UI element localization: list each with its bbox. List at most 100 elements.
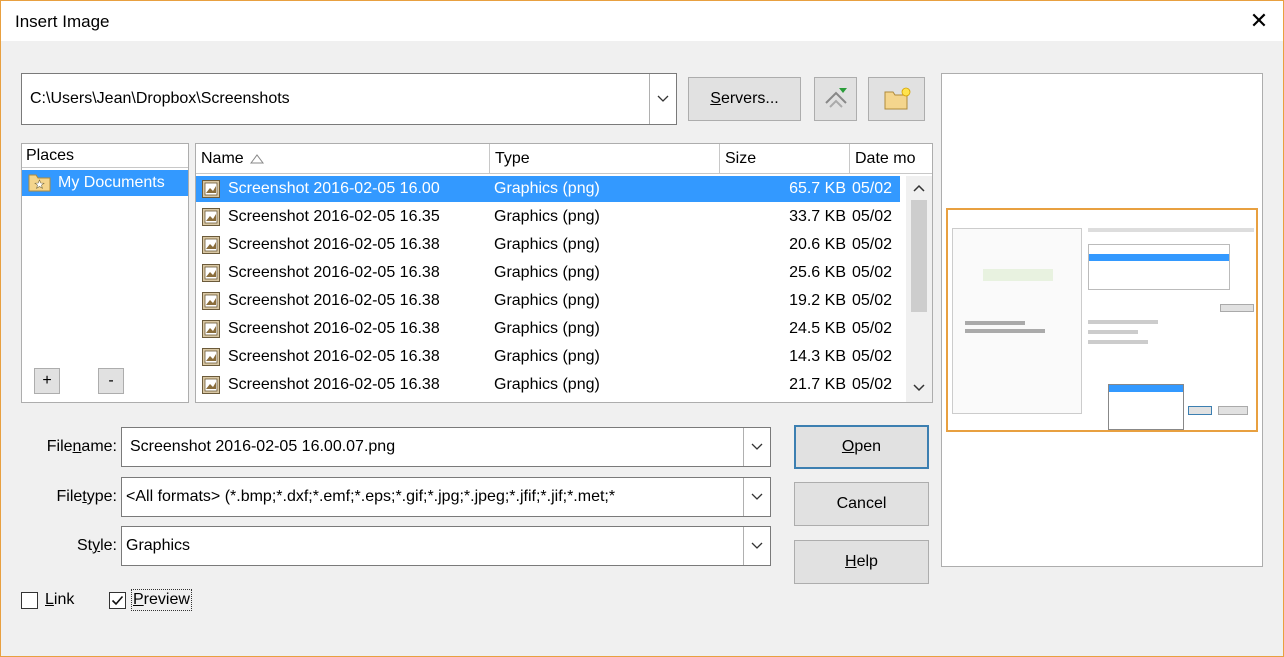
file-date-cell: 05/02 (852, 208, 893, 225)
vertical-scrollbar[interactable] (906, 176, 932, 402)
close-button[interactable]: ✕ (1239, 5, 1279, 37)
file-name-cell: Screenshot 2016-02-05 16.38 (228, 236, 440, 253)
link-checkbox[interactable] (21, 591, 38, 609)
file-date-cell: 05/02 (852, 376, 893, 393)
style-value: Graphics (126, 537, 191, 554)
scroll-thumb[interactable] (911, 200, 927, 312)
column-header-size[interactable]: Size (720, 144, 850, 174)
label-part: File (46, 438, 73, 455)
label-mnemonic: P (133, 591, 144, 608)
file-name-cell: Screenshot 2016-02-05 16.38 (228, 264, 440, 281)
file-date-cell: 05/02 (852, 236, 893, 253)
preview-cancel-shape (1218, 406, 1248, 415)
file-row[interactable]: Screenshot 2016-02-05 16.00 Graphics (png… (196, 176, 900, 202)
open-label: pen (854, 438, 882, 455)
style-combobox[interactable]: Graphics (121, 526, 771, 566)
preview-text-line (1088, 320, 1158, 324)
preview-page-thumb (952, 228, 1082, 414)
file-size-cell: 24.5 KB (789, 320, 846, 337)
chevron-down-icon (751, 443, 763, 450)
checkmark-icon (111, 595, 124, 605)
image-file-icon (202, 208, 220, 226)
chevron-down-icon (657, 95, 669, 102)
file-row[interactable]: Screenshot 2016-02-05 16.35 Graphics (png… (196, 204, 900, 230)
file-size-cell: 19.2 KB (789, 292, 846, 309)
path-combobox[interactable]: C:\Users\Jean\Dropbox\Screenshots (21, 73, 677, 125)
file-type-cell: Graphics (png) (494, 376, 600, 393)
file-type-value: <All formats> (*.bmp;*.dxf;*.emf;*.eps;*… (126, 488, 616, 505)
style-dropdown-button[interactable] (743, 527, 770, 565)
preview-checkbox[interactable] (109, 591, 126, 609)
file-size-cell: 25.6 KB (789, 264, 846, 281)
help-button[interactable]: Help (794, 540, 929, 584)
preview-text-line (965, 329, 1045, 333)
file-row[interactable]: Screenshot 2016-02-05 16.38 Graphics (png… (196, 288, 900, 314)
file-type-cell: Graphics (png) (494, 236, 600, 253)
column-header-name[interactable]: Name (196, 144, 490, 174)
servers-label: ervers... (720, 90, 779, 107)
file-row[interactable]: Screenshot 2016-02-05 16.38 Graphics (png… (196, 232, 900, 258)
add-place-button[interactable]: + (34, 368, 60, 394)
chevron-down-icon (913, 384, 925, 392)
preview-label: Preview (131, 589, 192, 611)
column-header-date[interactable]: Date mo (850, 144, 932, 174)
file-date-cell: 05/02 (852, 180, 893, 197)
column-header-type[interactable]: Type (490, 144, 720, 174)
file-type-cell: Graphics (png) (494, 348, 600, 365)
label-mnemonic: n (72, 438, 82, 455)
file-name-dropdown-button[interactable] (743, 428, 770, 466)
image-file-icon (202, 348, 220, 366)
preview-text-line (965, 321, 1025, 325)
link-option[interactable]: Link (21, 589, 74, 611)
file-name-combobox[interactable]: Screenshot 2016-02-05 16.00.07.png (121, 427, 771, 467)
preview-button-shape (1220, 304, 1254, 312)
places-item-my-documents[interactable]: My Documents (22, 170, 188, 196)
chevron-up-icon (913, 184, 925, 192)
servers-button[interactable]: Servers... (688, 77, 801, 121)
preview-pane (941, 73, 1263, 567)
file-row[interactable]: Screenshot 2016-02-05 16.38 Graphics (png… (196, 344, 900, 370)
chevron-down-icon (751, 542, 763, 549)
new-folder-button[interactable] (868, 77, 925, 121)
path-input[interactable]: C:\Users\Jean\Dropbox\Screenshots (30, 74, 290, 124)
file-name-input[interactable]: Screenshot 2016-02-05 16.00.07.png (130, 428, 395, 466)
file-type-dropdown-button[interactable] (743, 478, 770, 516)
up-level-button[interactable] (814, 77, 857, 121)
label-part: le: (100, 537, 117, 554)
scroll-up-button[interactable] (911, 182, 927, 194)
image-file-icon (202, 236, 220, 254)
file-row[interactable]: Screenshot 2016-02-05 16.38 Graphics (png… (196, 316, 900, 342)
file-name-cell: Screenshot 2016-02-05 16.00 (228, 180, 440, 197)
file-name-cell: Screenshot 2016-02-05 16.38 (228, 348, 440, 365)
open-button[interactable]: Open (794, 425, 929, 469)
servers-mnemonic: S (710, 90, 721, 107)
file-size-cell: 33.7 KB (789, 208, 846, 225)
file-name-cell: Screenshot 2016-02-05 16.38 (228, 292, 440, 309)
cancel-button[interactable]: Cancel (794, 482, 929, 526)
path-dropdown-button[interactable] (649, 74, 676, 124)
insert-image-dialog: Insert Image ✕ C:\Users\Jean\Dropbox\Scr… (0, 0, 1284, 657)
chevron-down-icon (751, 493, 763, 500)
label-mnemonic: y (92, 537, 101, 554)
file-row[interactable]: Screenshot 2016-02-05 16.38 Graphics (png… (196, 260, 900, 286)
label-part: File (56, 488, 83, 505)
file-size-cell: 20.6 KB (789, 236, 846, 253)
label-part: ame: (81, 438, 117, 455)
file-type-label: File t ype: (15, 479, 117, 515)
sort-ascending-icon (249, 153, 264, 163)
file-type-combobox[interactable]: <All formats> (*.bmp;*.dxf;*.emf;*.eps;*… (121, 477, 771, 517)
preview-image (946, 208, 1258, 432)
image-file-icon (202, 376, 220, 394)
new-folder-icon (884, 87, 910, 110)
scroll-down-button[interactable] (911, 382, 927, 394)
file-name-cell: Screenshot 2016-02-05 16.38 (228, 320, 440, 337)
file-date-cell: 05/02 (852, 292, 893, 309)
file-type-cell: Graphics (png) (494, 264, 600, 281)
preview-ok-shape (1188, 406, 1212, 415)
preview-logo-shape (983, 269, 1053, 281)
file-type-cell: Graphics (png) (494, 320, 600, 337)
preview-printer-list (1088, 244, 1230, 290)
remove-place-button[interactable]: - (98, 368, 124, 394)
preview-option[interactable]: Preview (109, 589, 192, 611)
file-row[interactable]: Screenshot 2016-02-05 16.38 Graphics (png… (196, 372, 900, 398)
